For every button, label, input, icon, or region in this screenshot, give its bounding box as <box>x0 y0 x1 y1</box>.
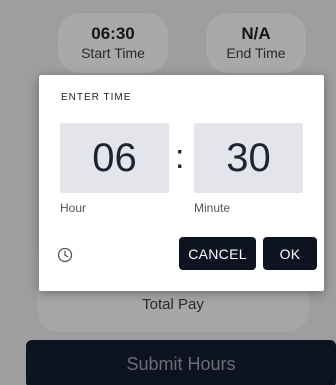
minute-label: Minute <box>194 201 231 215</box>
end-time-value: N/A <box>241 24 271 43</box>
total-pay-label: Total Pay <box>142 296 204 313</box>
time-separator: : <box>175 138 185 176</box>
start-time-value: 06:30 <box>91 24 135 43</box>
cancel-button[interactable]: CANCEL <box>179 237 256 270</box>
dialog-title: ENTER TIME <box>61 92 132 103</box>
hour-label: Hour <box>60 201 87 215</box>
minute-input[interactable]: 30 <box>194 123 303 193</box>
app-screen: 06:30 Start Time N/A End Time Total Pay … <box>0 0 336 385</box>
start-time-card[interactable]: 06:30 Start Time <box>58 13 168 73</box>
ok-button[interactable]: OK <box>263 237 317 270</box>
time-picker-dialog: ENTER TIME 06 : 30 Hour Minute CANCEL OK <box>39 75 324 291</box>
end-time-card[interactable]: N/A End Time <box>206 13 306 73</box>
hour-input[interactable]: 06 <box>60 123 169 193</box>
end-time-label: End Time <box>226 45 286 61</box>
clock-icon[interactable] <box>57 247 73 263</box>
start-time-label: Start Time <box>81 45 145 61</box>
submit-hours-button[interactable]: Submit Hours <box>26 340 336 385</box>
